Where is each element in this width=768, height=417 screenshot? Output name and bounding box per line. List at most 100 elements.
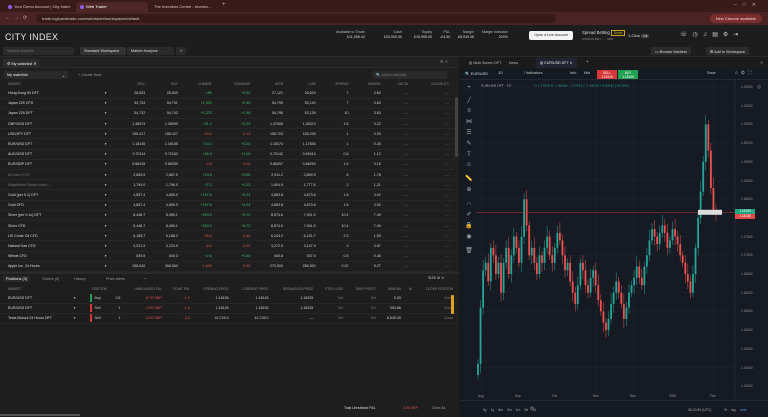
candle-body — [558, 232, 561, 241]
x-tick-label: Nov — [593, 394, 599, 398]
candle-body — [566, 262, 569, 271]
candle-body — [666, 232, 669, 248]
candle-body — [605, 322, 607, 331]
percent-toggle[interactable]: % — [724, 408, 727, 412]
y-tick-label: 1.14500 — [741, 346, 753, 351]
candle-body — [686, 274, 689, 282]
candle-body — [709, 150, 712, 188]
candle-body — [704, 124, 707, 162]
candle-body — [561, 240, 564, 256]
candle-body — [492, 247, 495, 256]
price-chart[interactable] — [0, 0, 768, 417]
range-button[interactable]: 5y — [483, 408, 487, 412]
candle-body — [707, 124, 710, 151]
candle-body — [635, 266, 638, 278]
y-tick-label: 1.16000 — [741, 290, 753, 295]
y-tick-label: 1.20000 — [741, 141, 753, 146]
range-button[interactable]: 5d — [524, 408, 528, 412]
candle-body — [674, 229, 676, 237]
y-tick-label: 1.17500 — [741, 234, 753, 239]
candle-body — [694, 247, 697, 274]
candle-body — [656, 236, 659, 245]
range-button[interactable]: 1y — [491, 408, 495, 412]
candle-body — [651, 229, 653, 241]
candle-body — [653, 229, 656, 237]
candle-body — [630, 285, 633, 293]
candle-body — [528, 225, 531, 256]
candle-body — [530, 247, 533, 256]
candle-body — [512, 236, 515, 256]
candle-body — [505, 247, 508, 263]
candle-body — [638, 266, 641, 278]
y-tick-label: 1.15500 — [741, 309, 753, 314]
y-tick-label: 1.20500 — [741, 122, 753, 127]
candle-body — [610, 303, 612, 319]
candle-body — [658, 232, 661, 245]
range-button[interactable]: 3m — [507, 408, 512, 412]
candle-body — [579, 262, 582, 286]
candle-body — [643, 266, 646, 286]
candle-body — [697, 217, 699, 248]
candle-body — [594, 270, 597, 286]
x-tick-label: 2026 — [669, 394, 677, 398]
candle-body — [607, 318, 610, 331]
log-toggle[interactable]: log — [731, 408, 736, 412]
candle-body — [515, 236, 518, 248]
candle-body — [477, 363, 479, 375]
candle-body — [679, 244, 682, 256]
candle-body — [684, 262, 687, 274]
x-tick-label: Oct — [552, 394, 557, 398]
candle-body — [702, 161, 705, 192]
x-tick-label: Aug — [478, 394, 484, 398]
candle-body — [589, 277, 592, 293]
range-button[interactable]: 6m — [498, 408, 503, 412]
order-ticket-label — [698, 209, 722, 215]
candle-body — [620, 292, 623, 304]
candle-body — [538, 255, 541, 274]
candle-body — [612, 292, 615, 304]
y-tick-label: 1.18500 — [741, 197, 753, 202]
date-range-icon[interactable]: ⟳ — [530, 406, 534, 412]
candle-body — [551, 255, 554, 263]
y-tick-label: 1.15000 — [741, 328, 753, 333]
candle-body — [546, 236, 548, 248]
candle-body — [535, 262, 538, 274]
candle-body — [582, 262, 584, 271]
candle-body — [648, 240, 651, 256]
candle-body — [669, 240, 671, 248]
candle-body — [663, 225, 666, 233]
candle-body — [587, 285, 589, 293]
candle-body — [482, 270, 485, 308]
y-tick-label: 1.21500 — [741, 85, 753, 89]
candle-body — [543, 247, 546, 263]
candle-body — [556, 232, 559, 248]
x-tick-label: Feb — [710, 394, 716, 398]
x-tick-label: Dec — [630, 394, 636, 398]
candle-body — [617, 281, 620, 293]
candle-body — [671, 229, 674, 241]
range-button[interactable]: 1m — [516, 408, 521, 412]
candle-body — [584, 270, 587, 286]
candle-body — [592, 270, 595, 278]
candle-body — [599, 300, 602, 312]
candle-body — [676, 236, 679, 245]
candle-body — [495, 255, 497, 274]
candle-body — [646, 255, 648, 267]
candle-body — [569, 262, 572, 282]
candle-body — [628, 292, 630, 308]
candle-body — [541, 255, 543, 263]
candle-body — [681, 255, 684, 263]
y-tick-label: 1.17000 — [741, 253, 753, 258]
candle-body — [487, 262, 490, 282]
sell-price-label: 1.18145 — [735, 214, 755, 219]
candle-body — [479, 307, 482, 364]
candle-body — [518, 247, 520, 263]
candle-body — [533, 247, 536, 263]
candle-body — [520, 236, 523, 263]
candle-body — [692, 274, 694, 293]
y-tick-label: 1.13500 — [741, 384, 753, 389]
candle-body — [523, 199, 525, 237]
y-tick-label: 1.19500 — [741, 159, 753, 164]
candle-body — [553, 247, 556, 263]
auto-toggle[interactable]: auto — [740, 408, 747, 412]
